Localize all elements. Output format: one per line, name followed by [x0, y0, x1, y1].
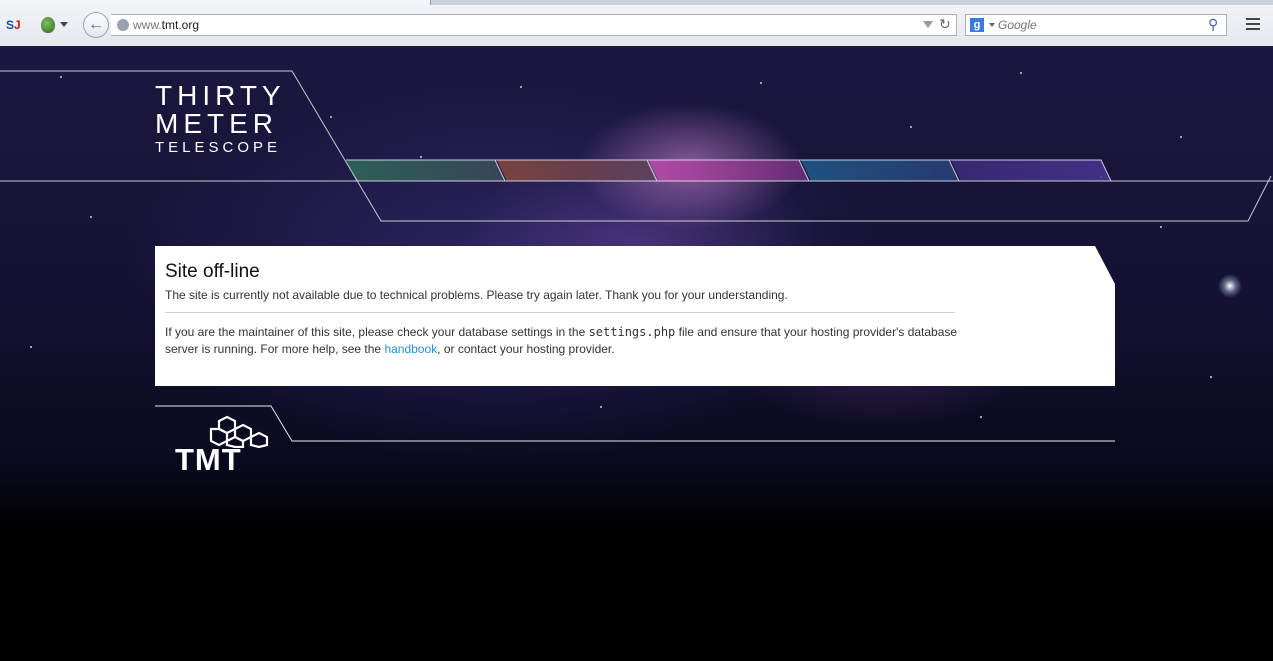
logo-line-meter: METER — [155, 108, 278, 139]
logo-line-thirty: THIRTY — [155, 80, 286, 111]
tmt-wordmark: TMT — [175, 442, 242, 477]
back-button[interactable]: ← — [83, 12, 109, 38]
hamburger-menu-icon[interactable] — [1240, 12, 1266, 38]
url-prefix: www. — [133, 18, 162, 32]
maintainer-help-text: If you are the maintainer of this site, … — [165, 324, 965, 358]
url-history-dropdown-icon[interactable] — [923, 21, 933, 28]
color-band-4 — [801, 160, 959, 181]
color-band-5 — [951, 160, 1111, 181]
search-bar[interactable]: g ⚲ — [965, 14, 1227, 36]
search-engine-dropdown-icon[interactable] — [989, 23, 995, 27]
globe-icon — [117, 19, 129, 31]
offline-message-box: Site off-line The site is currently not … — [155, 246, 1115, 386]
si-addon-icon[interactable]: SJ — [6, 16, 24, 34]
divider — [165, 312, 955, 313]
offline-description: The site is currently not available due … — [165, 288, 788, 302]
logo-line-telescope: TELESCOPE — [155, 139, 282, 156]
search-input[interactable] — [998, 17, 1198, 33]
chevron-down-icon — [60, 22, 68, 27]
help-text-part: , or contact your hosting provider. — [437, 342, 615, 356]
settings-file-code: settings.php — [588, 325, 676, 339]
active-tab[interactable] — [0, 0, 431, 5]
color-band-1 — [346, 160, 505, 181]
onion-icon — [41, 17, 55, 33]
page-title: Site off-line — [165, 261, 260, 282]
google-icon[interactable]: g — [970, 18, 984, 32]
page-background: THIRTY METER TELESCOPE Site off-line The… — [0, 46, 1273, 661]
url-domain: tmt.org — [161, 18, 200, 32]
reload-icon[interactable]: ↻ — [939, 16, 951, 33]
footer-divider — [155, 405, 1115, 442]
site-logo[interactable]: THIRTY METER TELESCOPE — [155, 82, 286, 157]
handbook-link[interactable]: handbook — [384, 342, 437, 356]
help-text-part: If you are the maintainer of this site, … — [165, 325, 589, 339]
color-band-2 — [497, 160, 657, 181]
onion-menu-button[interactable] — [38, 14, 70, 36]
address-bar[interactable]: www.tmt.org ↻ — [111, 14, 957, 36]
url-text[interactable]: www.tmt.org — [133, 18, 199, 32]
magnifier-icon[interactable]: ⚲ — [1208, 16, 1218, 33]
tab-strip — [0, 0, 1273, 5]
back-arrow-icon: ← — [88, 16, 104, 33]
browser-toolbar: SJ ← www.tmt.org ↻ g ⚲ — [0, 0, 1273, 47]
color-band-3 — [649, 160, 809, 181]
